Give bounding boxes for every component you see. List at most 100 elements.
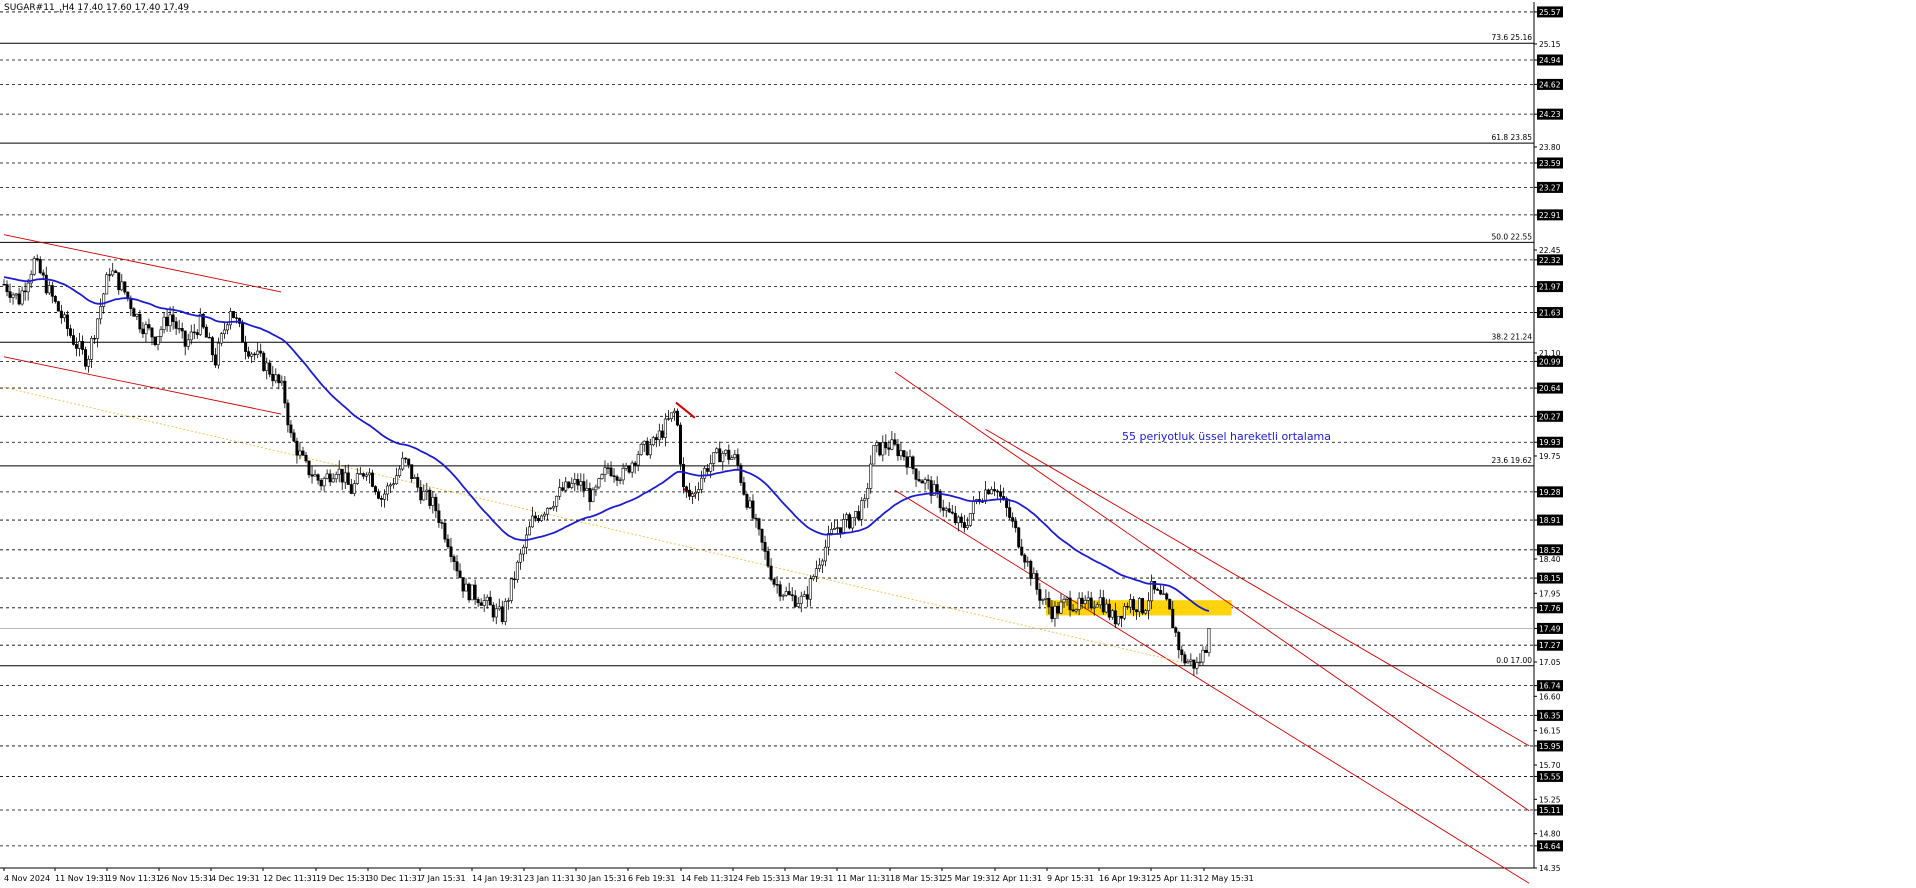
candle-body [588,488,592,502]
candle-body [802,594,806,597]
candle-body [144,324,148,335]
candle-body [5,284,9,292]
candle-body [44,274,48,294]
candle-body [379,498,383,500]
candle-body [392,483,396,486]
x-tick-label: 3 Mar 19:31 [785,874,833,883]
candle-body [648,444,652,456]
candle-body [657,430,661,441]
candle-body [1201,650,1205,663]
candle-body [87,358,91,367]
candle-body [346,472,350,485]
y-tick-label: 22.32 [1539,256,1561,265]
candle-body [111,270,115,276]
candle-body [1165,593,1169,600]
candle-body [1056,605,1060,614]
candle-body [829,529,833,534]
candle-body [515,561,519,580]
candle-body [50,285,54,297]
fib-level-label: 50.0 22.55 [1491,232,1532,241]
candle-body [213,354,217,366]
candle-body [416,477,420,488]
candle-body [84,349,88,367]
candle-body [129,297,133,309]
x-tick-label: 26 Nov 15:31 [159,874,213,883]
candle-body [180,328,184,332]
candle-body [1011,517,1015,522]
candle-body [1044,597,1048,600]
candle-body [207,336,211,339]
candle-body [147,324,151,329]
candle-body [404,457,408,460]
candle-body [222,329,226,335]
candle-body [591,489,595,502]
candle-body [760,528,764,543]
candle-body [156,336,160,346]
candle-body [38,259,42,274]
candle-body [914,468,918,480]
candle-body [413,477,417,479]
candle-body [645,440,649,456]
candle-body [609,467,613,477]
x-tick-label: 2 May 15:31 [1204,874,1254,883]
candle-body [890,439,894,450]
candle-body [159,329,163,337]
candle-body [301,450,305,456]
y-tick-label: 24.94 [1539,56,1561,65]
candle-body [887,447,891,450]
candle-body [319,479,323,487]
candle-body [561,487,565,491]
candle-body [1059,601,1063,614]
candle-body [530,515,534,528]
candle-body [1086,597,1090,601]
candle-body [204,326,208,338]
candle-body [14,293,18,296]
candle-body [407,458,411,465]
x-tick-label: 25 Apr 11:31 [1151,874,1203,883]
x-tick-label: 7 Jan 15:31 [420,874,466,883]
candle-body [917,479,921,482]
candle-body [419,487,423,501]
candle-body [443,522,447,540]
candle-body [395,475,399,485]
candle-body [950,511,954,514]
candle-body [642,440,646,445]
candle-body [96,318,100,339]
candle-body [1159,589,1163,595]
candle-body [81,341,85,350]
candle-body [1047,597,1051,608]
candle-body [881,441,885,456]
y-tick-label: 20.99 [1539,357,1561,366]
candle-body [996,490,1000,493]
candle-body [216,342,220,366]
x-tick-label: 25 Mar 19:31 [942,874,995,883]
candle-body [265,362,269,371]
candle-body [558,487,562,497]
candle-body [1119,615,1123,619]
candle-body [1183,654,1187,664]
y-tick-label: 20.27 [1539,412,1561,421]
y-tick-label: 15.11 [1539,806,1561,815]
candle-body [26,282,30,293]
candle-body [712,452,716,464]
candle-body [1128,599,1132,608]
candle-body [893,439,897,445]
candle-body [745,494,749,508]
candle-body [757,518,761,530]
candle-body [564,481,568,491]
candle-body [479,602,483,606]
candle-body [534,515,538,519]
candle-body [8,291,12,298]
candle-body [549,507,553,510]
price-chart[interactable]: 73.6 25.16 61.8 23.85 50.0 22.55 38.2 21.24… [0,0,1916,888]
candle-body [183,330,187,347]
fib-level-label: 0.0 17.00 [1496,656,1532,665]
x-tick-label: 9 Apr 15:31 [1047,874,1094,883]
y-tick-label: 19.93 [1539,438,1561,447]
candle-body [582,481,586,491]
candle-body [854,511,858,518]
candle-body [174,321,178,329]
candle-body [68,328,72,336]
candle-body [1032,573,1036,579]
candle-body [247,351,251,357]
